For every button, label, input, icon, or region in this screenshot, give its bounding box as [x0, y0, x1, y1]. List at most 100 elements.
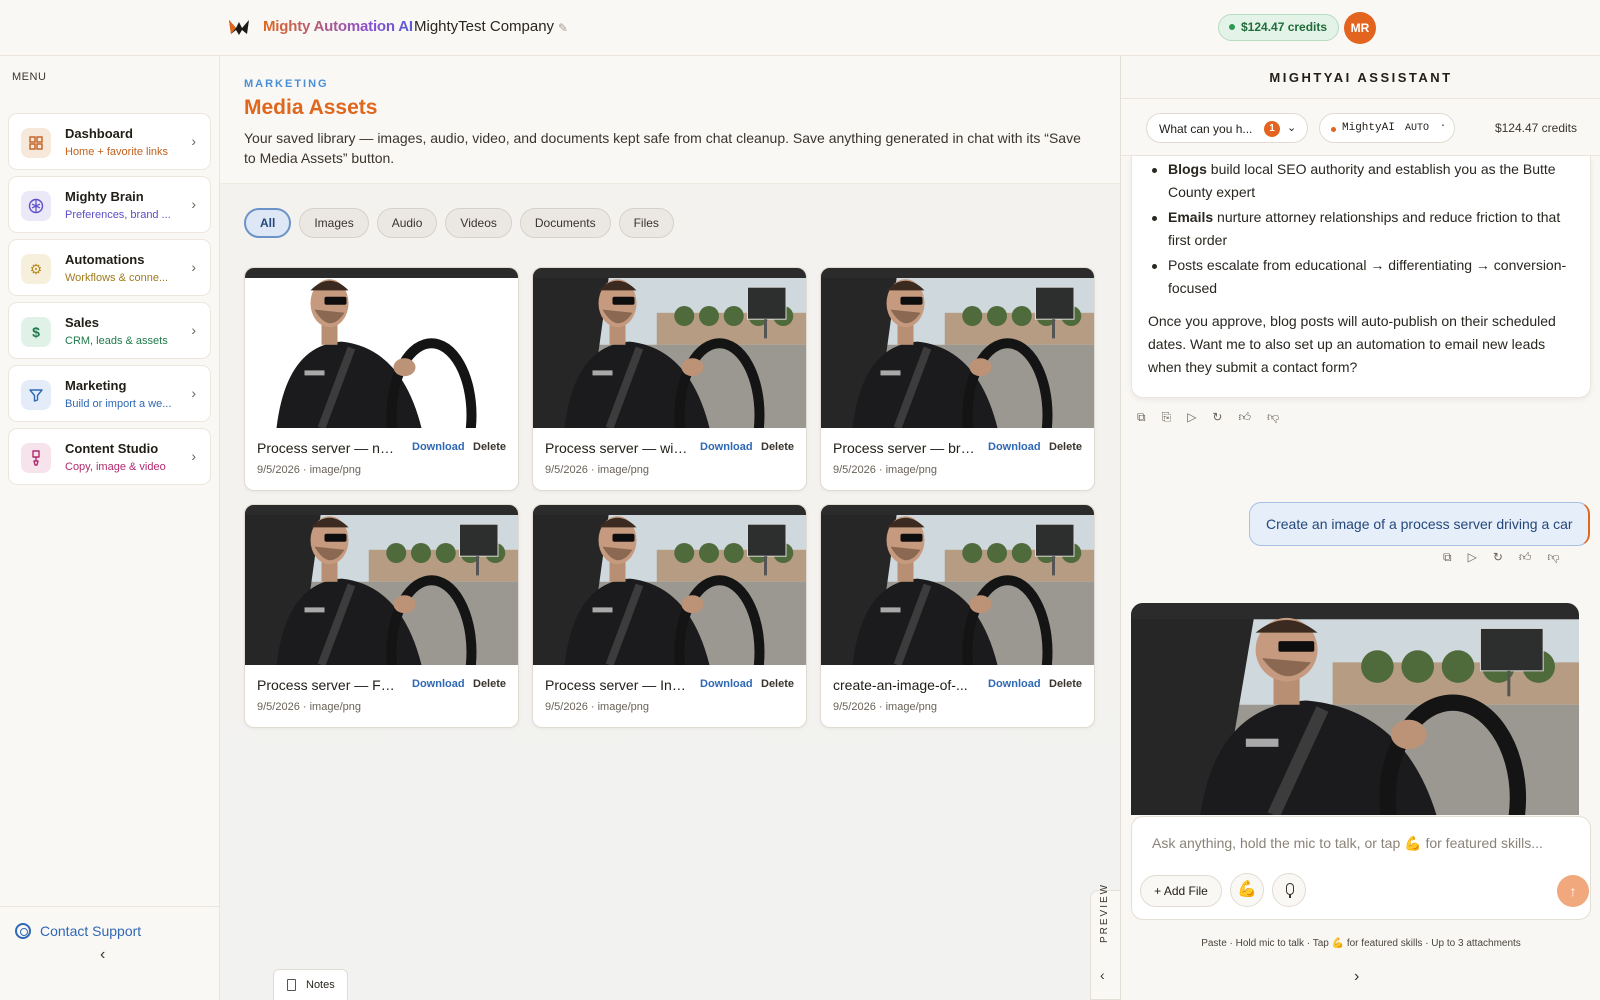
filter-videos[interactable]: Videos — [445, 208, 512, 238]
logo-icon[interactable] — [228, 18, 250, 36]
thumbs-up-icon[interactable]: 👍︎ — [1238, 410, 1251, 425]
asset-card[interactable]: Process server — wit... Download Delete … — [532, 267, 807, 491]
download-button[interactable]: Download — [700, 678, 753, 690]
generated-image[interactable] — [1131, 603, 1579, 815]
asset-card[interactable]: create-an-image-of-... Download Delete 9… — [820, 504, 1095, 728]
sidebar-item-mighty-brain[interactable]: Mighty Brain Preferences, brand ... › — [8, 176, 211, 233]
notification-badge: 1 — [1264, 121, 1280, 137]
top-bar: Mighty Automation AI MightyTest Company … — [0, 0, 1600, 56]
assistant-panel: MIGHTYAI ASSISTANT What can you h... 1 ⌄… — [1120, 56, 1600, 1000]
asset-thumbnail[interactable] — [245, 268, 519, 428]
asset-meta: 9/5/2026 · image/png — [545, 464, 649, 476]
assistant-title: MIGHTYAI ASSISTANT — [1269, 70, 1453, 85]
add-file-button[interactable]: + Add File — [1140, 875, 1222, 907]
chevron-down-icon: · — [1440, 121, 1447, 132]
brand-name[interactable]: Mighty Automation AI — [263, 18, 413, 35]
sidebar-item-dashboard[interactable]: Dashboard Home + favorite links › — [8, 113, 211, 170]
chevron-right-icon: › — [191, 322, 196, 338]
asset-thumbnail[interactable] — [821, 268, 1095, 428]
contact-support-button[interactable]: Contact Support — [0, 906, 219, 956]
copy-icon[interactable]: ⧉ — [1137, 410, 1146, 425]
bullet-text: nurture attorney relationships and reduc… — [1168, 209, 1561, 248]
asset-type: image/png — [885, 701, 937, 713]
page-header: MARKETING Media Assets Your saved librar… — [220, 56, 1120, 184]
thumbs-up-icon[interactable]: 👍︎ — [1519, 550, 1532, 565]
user-message-actions: ⧉ ▷ ↻ 👍︎ 👎︎ — [1443, 550, 1560, 565]
regenerate-icon[interactable]: ↻ — [1493, 550, 1503, 565]
download-button[interactable]: Download — [700, 441, 753, 453]
chevron-right-icon[interactable]: › — [1354, 968, 1359, 986]
asset-date: 9/5/2026 — [545, 464, 588, 476]
play-icon[interactable]: ▷ — [1187, 410, 1196, 425]
regenerate-icon[interactable]: ↻ — [1212, 410, 1222, 425]
filter-audio[interactable]: Audio — [376, 208, 438, 238]
asset-thumbnail[interactable] — [533, 505, 807, 665]
document-icon — [287, 979, 296, 991]
page-title: Media Assets — [244, 96, 378, 119]
assistant-credits: $124.47 credits — [1494, 121, 1577, 135]
filter-files[interactable]: Files — [618, 208, 674, 238]
delete-button[interactable]: Delete — [761, 678, 794, 690]
dashboard-grid-icon — [21, 128, 51, 158]
asset-thumbnail[interactable] — [245, 505, 519, 665]
credits-badge[interactable]: $124.47 credits — [1218, 14, 1340, 41]
delete-button[interactable]: Delete — [761, 441, 794, 453]
thumbs-down-icon[interactable]: 👎︎ — [1547, 550, 1559, 565]
asset-thumbnail[interactable] — [821, 505, 1095, 665]
dollar-icon: $ — [21, 317, 51, 347]
company-name: MightyTest Company — [414, 18, 555, 35]
brain-icon — [21, 191, 51, 221]
save-icon[interactable]: ⎘ — [1162, 410, 1172, 425]
asset-name: Process server — wit... — [545, 440, 688, 456]
asset-date: 9/5/2026 — [833, 464, 876, 476]
chevron-right-icon: › — [191, 259, 196, 275]
chat-input-placeholder[interactable]: Ask anything, hold the mic to talk, or t… — [1152, 835, 1543, 852]
preview-toggle[interactable]: PREVIEW ‹ — [1090, 883, 1120, 1000]
asset-card[interactable]: Process server — Fac... Download Delete … — [244, 504, 519, 728]
asset-name: create-an-image-of-... — [833, 677, 968, 693]
download-button[interactable]: Download — [412, 441, 465, 453]
filter-all[interactable]: All — [244, 208, 292, 238]
delete-button[interactable]: Delete — [1049, 678, 1082, 690]
sidebar-item-content-studio[interactable]: Content Studio Copy, image & video › — [8, 428, 211, 485]
asset-card[interactable]: Process server — Inst... Download Delete… — [532, 504, 807, 728]
delete-button[interactable]: Delete — [473, 441, 506, 453]
download-button[interactable]: Download — [412, 678, 465, 690]
play-icon[interactable]: ▷ — [1468, 550, 1477, 565]
sidebar-item-label: Sales — [65, 315, 99, 330]
delete-button[interactable]: Delete — [1049, 441, 1082, 453]
sidebar-item-sales[interactable]: $ Sales CRM, leads & assets › — [8, 302, 211, 359]
model-mode: AUTO — [1405, 123, 1430, 134]
thumbs-down-icon[interactable]: 👎︎ — [1267, 410, 1279, 425]
featured-skills-button[interactable]: 💪 — [1230, 873, 1264, 907]
prompt-suggestions-select[interactable]: What can you h... 1 ⌄ — [1146, 113, 1308, 143]
preview-label: PREVIEW — [1099, 882, 1110, 943]
filter-documents[interactable]: Documents — [519, 208, 611, 238]
asset-card[interactable]: Process server — brig... Download Delete… — [820, 267, 1095, 491]
asset-meta: 9/5/2026 · image/png — [833, 464, 937, 476]
edit-pencil-icon[interactable]: ✎ — [558, 21, 568, 35]
filter-images[interactable]: Images — [299, 208, 369, 238]
asset-type: image/png — [309, 464, 361, 476]
filter-tabs: All Images Audio Videos Documents Files — [244, 208, 674, 238]
asset-type: image/png — [597, 464, 649, 476]
chat-input-box[interactable]: Ask anything, hold the mic to talk, or t… — [1131, 816, 1591, 920]
asset-thumbnail[interactable] — [533, 268, 807, 428]
sidebar-item-label: Dashboard — [65, 126, 133, 141]
sidebar-item-marketing[interactable]: Marketing Build or import a we... › — [8, 365, 211, 422]
copy-icon[interactable]: ⧉ — [1443, 550, 1452, 565]
sidebar-collapse-button[interactable]: ‹ — [100, 946, 105, 964]
delete-button[interactable]: Delete — [473, 678, 506, 690]
send-button[interactable]: ↑ — [1557, 875, 1589, 907]
asset-card[interactable]: Process server — no ... Download Delete … — [244, 267, 519, 491]
download-button[interactable]: Download — [988, 678, 1041, 690]
arrow-up-icon: ↑ — [1569, 883, 1577, 899]
mic-button[interactable] — [1272, 873, 1306, 907]
avatar[interactable]: MR — [1344, 12, 1376, 44]
sidebar-item-label: Content Studio — [65, 441, 159, 456]
notes-button[interactable]: Notes — [273, 969, 348, 1000]
model-selector[interactable]: MightyAI AUTO · — [1319, 113, 1455, 143]
sidebar-item-automations[interactable]: ⚙ Automations Workflows & conne... › — [8, 239, 211, 296]
download-button[interactable]: Download — [988, 441, 1041, 453]
chevron-right-icon: › — [191, 385, 196, 401]
